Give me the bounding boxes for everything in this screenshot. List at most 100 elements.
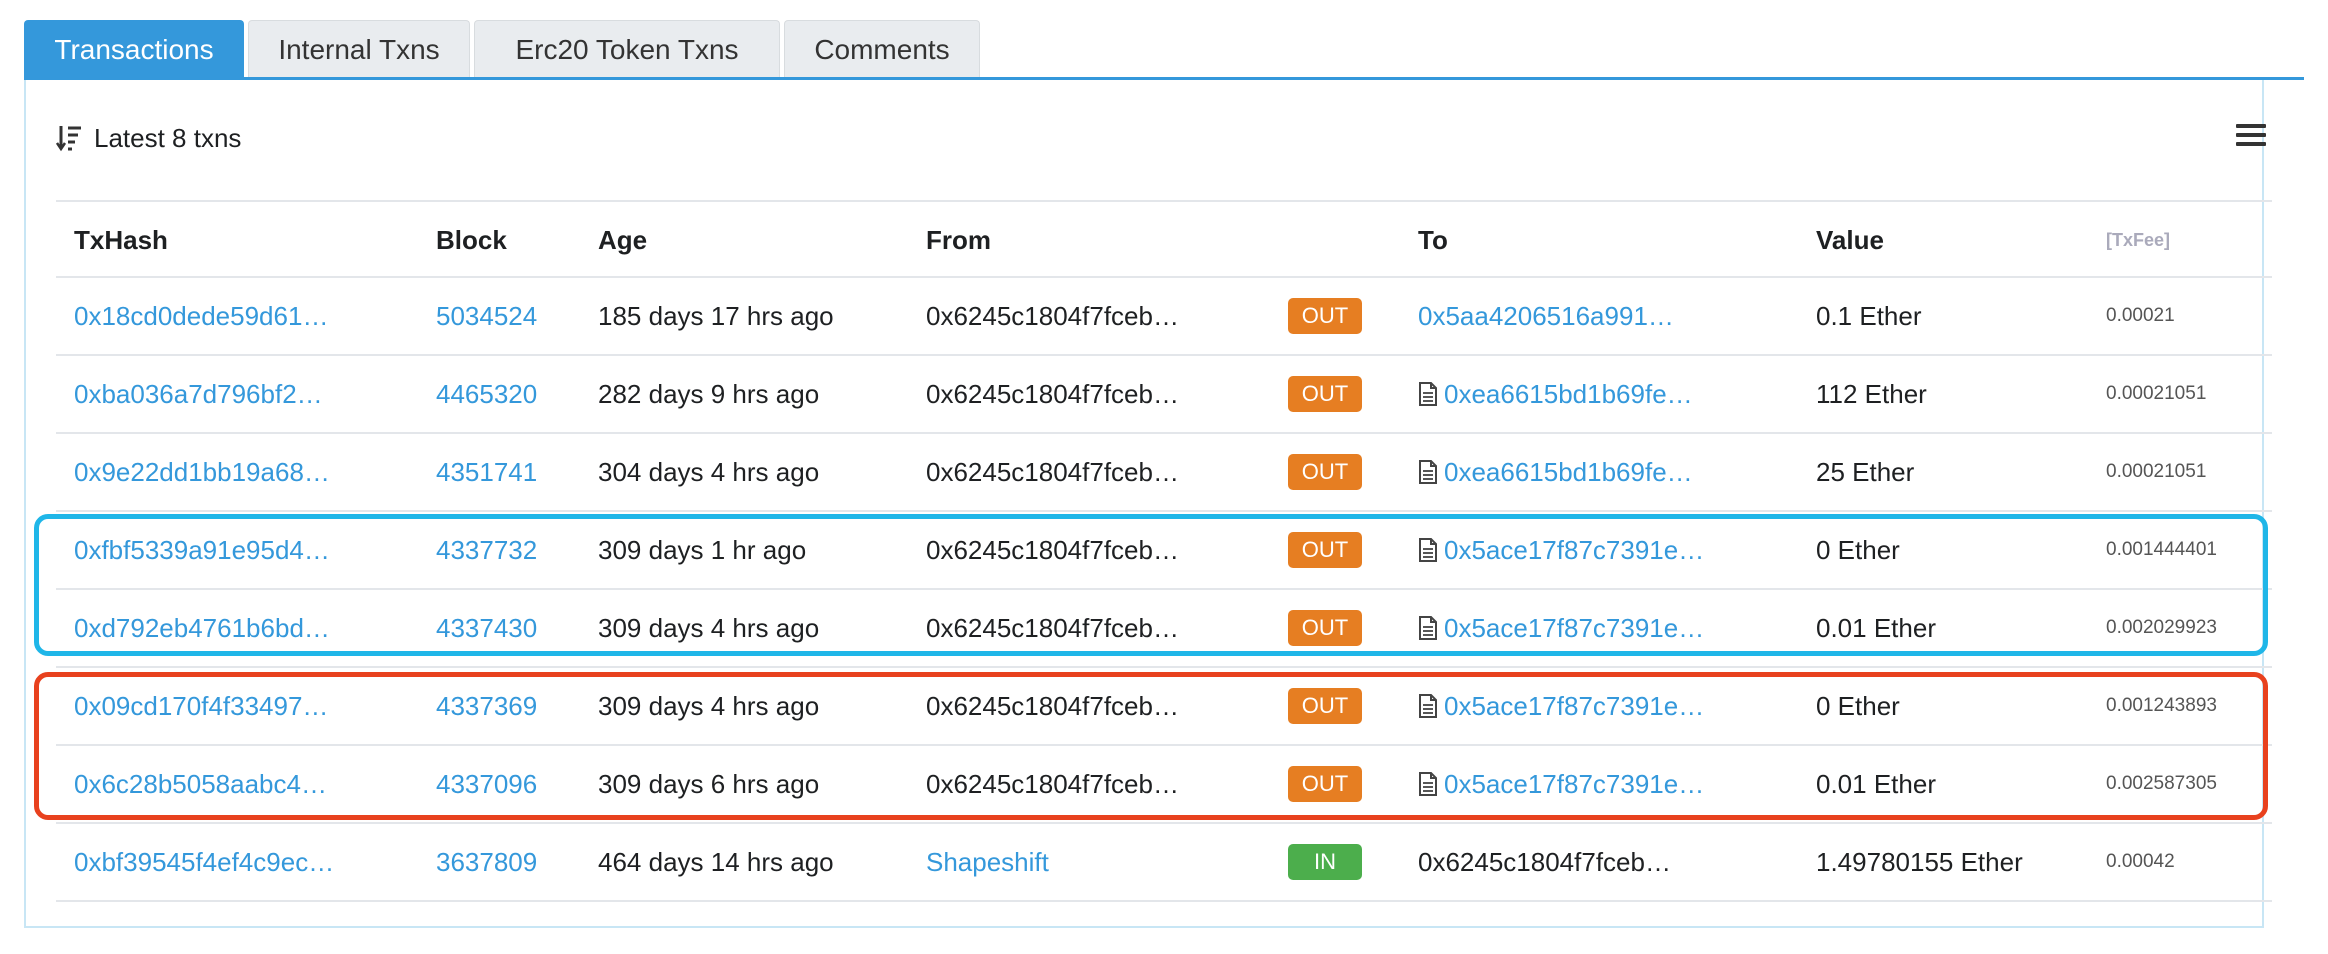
txfee-text: 0.002587305 (2106, 773, 2217, 794)
to-address[interactable]: 0xea6615bd1b69fe… (1444, 457, 1693, 487)
txfee-text: 0.001444401 (2106, 539, 2217, 560)
contract-doc-icon (1419, 538, 1437, 563)
tab-erc20-token-txns[interactable]: Erc20 Token Txns (474, 20, 780, 77)
from-address: 0x6245c1804f7fceb… (926, 613, 1179, 643)
value-text: 25 Ether (1816, 457, 1915, 487)
txfee-text: 0.00021051 (2106, 383, 2207, 404)
from-address: 0x6245c1804f7fceb… (926, 379, 1179, 409)
tab-internal-txns[interactable]: Internal Txns (248, 20, 470, 77)
age-text: 309 days 1 hr ago (598, 535, 807, 565)
age-text: 309 days 6 hrs ago (598, 769, 820, 799)
to-cell: 0x5ace17f87c7391e… (1418, 590, 1704, 666)
value-text: 0 Ether (1816, 535, 1900, 565)
to-cell: 0xea6615bd1b69fe… (1418, 356, 1693, 432)
table-header: TxHash Block Age From To Value [TxFee] (56, 200, 2272, 278)
to-address: 0x6245c1804f7fceb… (1418, 847, 1671, 877)
value-text: 0.1 Ether (1816, 301, 1922, 331)
contract-doc-icon (1419, 460, 1437, 485)
value-text: 0.01 Ether (1816, 613, 1936, 643)
table-row: 0xbf39545f4ef4c9ec… 3637809 464 days 14 hr… (56, 824, 2272, 902)
block-link[interactable]: 3637809 (436, 824, 537, 900)
to-cell: 0x6245c1804f7fceb… (1418, 824, 1671, 900)
block-link[interactable]: 4337732 (436, 512, 537, 588)
direction-badge: OUT (1288, 298, 1362, 334)
table-row: 0xd792eb4761b6bd… 4337430 309 days 4 hrs a… (56, 590, 2272, 668)
sort-down-icon (56, 126, 81, 152)
age-text: 304 days 4 hrs ago (598, 457, 820, 487)
txhash-link[interactable]: 0xba036a7d796bf2… (74, 356, 323, 432)
contract-doc-icon (1419, 382, 1437, 407)
txhash-link[interactable]: 0x6c28b5058aabc4… (74, 746, 327, 822)
from-address: 0x6245c1804f7fceb… (926, 301, 1179, 331)
direction-badge: OUT (1288, 532, 1362, 568)
to-address[interactable]: 0xea6615bd1b69fe… (1444, 379, 1693, 409)
direction-badge: OUT (1288, 454, 1362, 490)
hamburger-menu-icon[interactable] (2236, 124, 2266, 150)
block-link[interactable]: 4337430 (436, 590, 537, 666)
to-cell: 0xea6615bd1b69fe… (1418, 434, 1693, 510)
direction-badge: OUT (1288, 688, 1362, 724)
table-row: 0x6c28b5058aabc4… 4337096 309 days 6 hrs a… (56, 746, 2272, 824)
tab-comments[interactable]: Comments (784, 20, 980, 77)
txhash-link[interactable]: 0xbf39545f4ef4c9ec… (74, 824, 334, 900)
value-text: 0 Ether (1816, 691, 1900, 721)
direction-badge: OUT (1288, 610, 1362, 646)
from-address: 0x6245c1804f7fceb… (926, 769, 1179, 799)
to-cell: 0x5ace17f87c7391e… (1418, 668, 1704, 744)
from-address: 0x6245c1804f7fceb… (926, 457, 1179, 487)
to-cell: 0x5ace17f87c7391e… (1418, 512, 1704, 588)
table-row: 0x9e22dd1bb19a68… 4351741 304 days 4 hrs a… (56, 434, 2272, 512)
contract-doc-icon (1419, 772, 1437, 797)
contract-doc-icon (1419, 616, 1437, 641)
col-value: Value (1816, 225, 1884, 255)
value-text: 0.01 Ether (1816, 769, 1936, 799)
col-to: To (1418, 225, 1448, 255)
block-link[interactable]: 4351741 (436, 434, 537, 510)
age-text: 185 days 17 hrs ago (598, 301, 834, 331)
to-address[interactable]: 0x5ace17f87c7391e… (1444, 691, 1704, 721)
txhash-link[interactable]: 0x09cd170f4f33497… (74, 668, 328, 744)
to-address[interactable]: 0x5aa4206516a991… (1418, 301, 1674, 331)
latest-txns-label: Latest 8 txns (94, 123, 242, 153)
to-address[interactable]: 0x5ace17f87c7391e… (1444, 613, 1704, 643)
to-address[interactable]: 0x5ace17f87c7391e… (1444, 535, 1704, 565)
from-address: 0x6245c1804f7fceb… (926, 535, 1179, 565)
tab-transactions[interactable]: Transactions (24, 20, 244, 77)
block-link[interactable]: 5034524 (436, 278, 537, 354)
col-block: Block (436, 225, 507, 255)
contract-doc-icon (1419, 694, 1437, 719)
txhash-link[interactable]: 0xfbf5339a91e95d4… (74, 512, 330, 588)
table-row: 0x09cd170f4f33497… 4337369 309 days 4 hrs … (56, 668, 2272, 746)
block-link[interactable]: 4337096 (436, 746, 537, 822)
col-txhash: TxHash (74, 225, 168, 255)
txfee-text: 0.00042 (2106, 851, 2175, 872)
txhash-link[interactable]: 0xd792eb4761b6bd… (74, 590, 330, 666)
to-cell: 0x5aa4206516a991… (1418, 278, 1674, 354)
to-address[interactable]: 0x5ace17f87c7391e… (1444, 769, 1704, 799)
direction-badge: OUT (1288, 376, 1362, 412)
value-text: 112 Ether (1816, 379, 1927, 409)
col-txfee: [TxFee] (2106, 230, 2171, 250)
txhash-link[interactable]: 0x18cd0dede59d61… (74, 278, 328, 354)
direction-badge: OUT (1288, 766, 1362, 802)
tab-bar: Transactions Internal Txns Erc20 Token T… (24, 20, 2304, 80)
block-link[interactable]: 4337369 (436, 668, 537, 744)
block-link[interactable]: 4465320 (436, 356, 537, 432)
col-from: From (926, 225, 991, 255)
col-age: Age (598, 225, 648, 255)
from-address[interactable]: Shapeshift (926, 824, 1049, 900)
value-text: 1.49780155 Ether (1816, 847, 2023, 877)
age-text: 282 days 9 hrs ago (598, 379, 820, 409)
txfee-text: 0.00021 (2106, 305, 2175, 326)
direction-badge: IN (1288, 844, 1362, 880)
from-address: 0x6245c1804f7fceb… (926, 691, 1179, 721)
txfee-text: 0.00021051 (2106, 461, 2207, 482)
txhash-link[interactable]: 0x9e22dd1bb19a68… (74, 434, 330, 510)
age-text: 309 days 4 hrs ago (598, 613, 820, 643)
table-row: 0xfbf5339a91e95d4… 4337732 309 days 1 hr a… (56, 512, 2272, 590)
transactions-table: TxHash Block Age From To Value [TxFee] 0… (56, 200, 2272, 902)
table-row: 0x18cd0dede59d61… 5034524 185 days 17 hrs … (56, 278, 2272, 356)
txn-summary: Latest 8 txns (56, 118, 241, 158)
to-cell: 0x5ace17f87c7391e… (1418, 746, 1704, 822)
age-text: 464 days 14 hrs ago (598, 847, 834, 877)
